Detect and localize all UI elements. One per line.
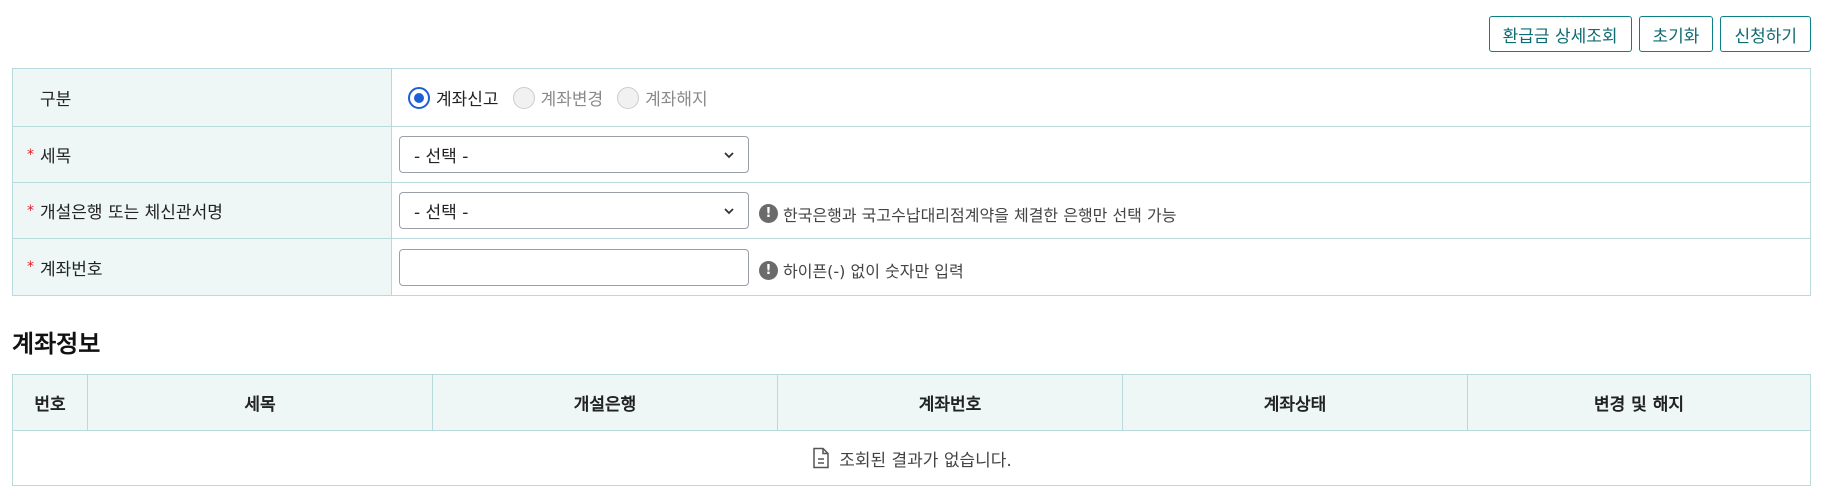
reset-button[interactable]: 초기화 bbox=[1638, 16, 1714, 52]
category-radio-group: 계좌신고 계좌변경 계좌해지 bbox=[399, 85, 708, 110]
form-row-bank: * 개설은행 또는 체신관서명 - 선택 - ! 한국은행과 국고수납대리점계약… bbox=[13, 183, 1810, 239]
table-header: 번호 세목 개설은행 계좌번호 계좌상태 변경 및 해지 bbox=[13, 375, 1810, 431]
radio-account-report[interactable]: 계좌신고 bbox=[408, 85, 499, 110]
account-form: 구분 계좌신고 계좌변경 계좌해지 * 세목 - 선택 - * 개설은행 또는 … bbox=[12, 68, 1811, 296]
section-title-account-info: 계좌정보 bbox=[12, 330, 101, 358]
chevron-down-icon bbox=[724, 151, 734, 158]
apply-button[interactable]: 신청하기 bbox=[1720, 16, 1811, 52]
bank-value: - 선택 - ! 한국은행과 국고수납대리점계약을 체결한 은행만 선택 가능 bbox=[392, 183, 1810, 238]
tax-item-select[interactable]: - 선택 - bbox=[399, 136, 749, 173]
radio-label-change: 계좌변경 bbox=[540, 90, 604, 110]
account-hint: ! 하이픈(-) 없이 숫자만 입력 bbox=[759, 252, 964, 282]
required-mark: * bbox=[27, 146, 34, 163]
column-header-bank: 개설은행 bbox=[433, 375, 778, 430]
radio-account-cancel[interactable]: 계좌해지 bbox=[617, 85, 708, 110]
column-header-account-number: 계좌번호 bbox=[778, 375, 1123, 430]
radio-label-cancel: 계좌해지 bbox=[645, 90, 708, 110]
radio-account-change[interactable]: 계좌변경 bbox=[512, 85, 604, 110]
account-value: ! 하이픈(-) 없이 숫자만 입력 bbox=[392, 239, 1810, 295]
category-value: 계좌신고 계좌변경 계좌해지 bbox=[392, 69, 1810, 126]
tax-item-select-value: - 선택 - bbox=[414, 147, 469, 167]
form-label-category: 구분 bbox=[13, 69, 392, 126]
empty-result-row: 조회된 결과가 없습니다. bbox=[13, 431, 1810, 485]
column-header-number: 번호 bbox=[13, 375, 88, 430]
bank-select[interactable]: - 선택 - bbox=[399, 192, 749, 229]
tax-item-label: 세목 bbox=[40, 147, 72, 167]
column-header-change-cancel: 변경 및 해지 bbox=[1593, 395, 1685, 415]
refund-detail-button[interactable]: 환급금 상세조회 bbox=[1488, 16, 1632, 52]
required-mark: * bbox=[27, 259, 34, 275]
bank-hint-text: 한국은행과 국고수납대리점계약을 체결한 은행만 선택 가능 bbox=[783, 205, 1177, 225]
form-label-tax-item: * 세목 bbox=[13, 127, 392, 182]
form-label-bank: * 개설은행 또는 체신관서명 bbox=[13, 183, 392, 238]
radio-label-report: 계좌신고 bbox=[436, 90, 499, 110]
form-row-account: * 계좌번호 ! 하이픈(-) 없이 숫자만 입력 bbox=[13, 239, 1810, 295]
bank-select-value: - 선택 - bbox=[414, 203, 469, 223]
toolbar: 환급금 상세조회 초기화 신청하기 bbox=[1488, 16, 1811, 52]
empty-result-message: 조회된 결과가 없습니다. bbox=[839, 450, 1012, 471]
column-header-tax-item: 세목 bbox=[88, 375, 433, 430]
tax-item-value: - 선택 - bbox=[392, 127, 1810, 182]
account-hint-text: 하이픈(-) 없이 숫자만 입력 bbox=[783, 262, 964, 281]
form-label-account: * 계좌번호 bbox=[13, 239, 392, 295]
bank-hint: ! 한국은행과 국고수납대리점계약을 체결한 은행만 선택 가능 bbox=[759, 196, 1176, 226]
document-icon bbox=[813, 447, 829, 469]
radio-circle[interactable] bbox=[512, 86, 535, 109]
required-mark: * bbox=[27, 202, 34, 219]
radio-circle[interactable] bbox=[617, 86, 640, 109]
column-header-account-status: 계좌상태 bbox=[1123, 375, 1468, 430]
account-info-table: 번호 세목 개설은행 계좌번호 계좌상태 변경 및 해지 조회된 결과가 없습니… bbox=[12, 374, 1811, 486]
form-row-tax-item: * 세목 - 선택 - bbox=[13, 127, 1810, 183]
info-icon: ! bbox=[759, 260, 778, 280]
category-label: 구분 bbox=[40, 90, 72, 110]
chevron-down-icon bbox=[724, 207, 734, 214]
account-number-input[interactable] bbox=[399, 248, 749, 286]
radio-circle-checked[interactable] bbox=[408, 86, 430, 109]
info-icon: ! bbox=[759, 204, 778, 223]
bank-label: 개설은행 또는 체신관서명 bbox=[40, 203, 223, 223]
account-label: 계좌번호 bbox=[40, 259, 103, 280]
form-row-category: 구분 계좌신고 계좌변경 계좌해지 bbox=[13, 69, 1810, 127]
